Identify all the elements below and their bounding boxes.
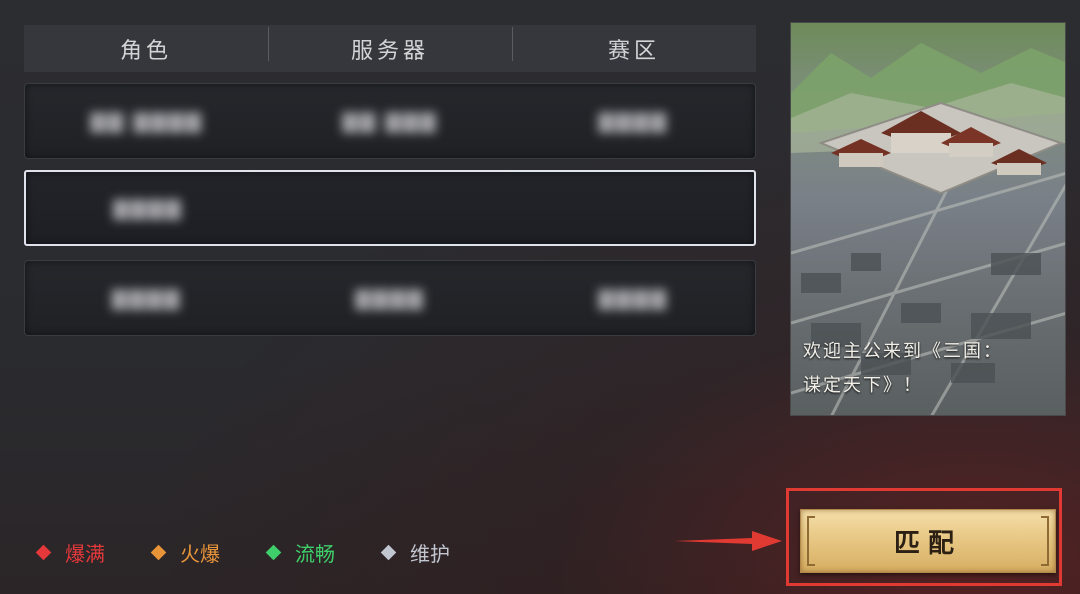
banner-caption: 欢迎主公来到《三国： 谋定天下》！ — [803, 335, 1057, 403]
match-button[interactable]: 匹配 — [800, 509, 1056, 573]
legend-full: 爆满 — [34, 538, 105, 567]
table-row[interactable]: ▇▇▇▇ ▇▇▇▇ ▇▇▇▇ — [24, 260, 756, 336]
role-cell: ▇▇ ▇▇▇▇ — [90, 109, 203, 133]
table-row[interactable]: ▇▇ ▇▇▇▇ ▇▇ ▇▇▇ ▇▇▇▇ — [24, 83, 756, 159]
legend-smooth: 流畅 — [264, 538, 335, 567]
caption-line-1: 欢迎主公来到《三国： — [803, 341, 1003, 362]
role-cell: ▇▇▇▇ — [113, 196, 183, 220]
legend-label: 维护 — [410, 541, 450, 566]
header-zone: 赛区 — [512, 26, 756, 65]
legend-hot: 火爆 — [149, 538, 220, 567]
header-server: 服务器 — [268, 26, 512, 65]
legend-maintenance: 维护 — [379, 538, 450, 567]
zone-cell: ▇▇▇▇ — [598, 109, 669, 133]
diamond-icon — [265, 544, 282, 560]
legend-label: 流畅 — [295, 541, 335, 566]
server-cell: ▇▇▇▇ — [355, 286, 425, 310]
legend-label: 火爆 — [180, 541, 220, 566]
role-cell: ▇▇▇▇ — [111, 286, 182, 310]
arrow-right-icon — [674, 531, 782, 551]
diamond-icon — [35, 544, 52, 560]
table-header: 角色 服务器 赛区 — [24, 25, 756, 72]
table-row-selected[interactable]: ▇▇▇▇ — [24, 170, 756, 246]
diamond-icon — [150, 544, 167, 560]
zone-cell: ▇▇▇▇ — [598, 286, 669, 310]
server-cell: ▇▇ ▇▇▇ — [342, 109, 438, 133]
legend-label: 爆满 — [65, 541, 105, 566]
game-banner-image: 欢迎主公来到《三国： 谋定天下》！ — [790, 22, 1066, 416]
diamond-icon — [380, 544, 397, 560]
header-role: 角色 — [119, 38, 172, 64]
caption-line-2: 谋定天下》！ — [803, 375, 923, 396]
server-status-legend: 爆满 火爆 流畅 维护 — [34, 538, 494, 566]
